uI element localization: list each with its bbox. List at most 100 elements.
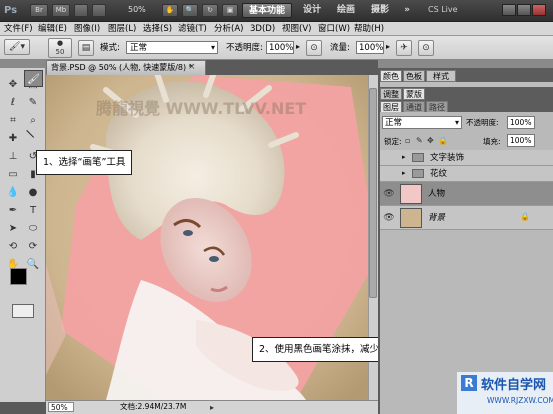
lock-all-icon[interactable]: 🔒 xyxy=(438,136,448,145)
rotate-view-icon[interactable]: ↻ xyxy=(202,4,218,17)
layer-opacity-value: 100% xyxy=(510,118,532,127)
move-tool-icon[interactable]: ✥ xyxy=(4,76,22,93)
folder-icon xyxy=(412,169,424,178)
zoom-icon[interactable]: 🔍 xyxy=(182,4,198,17)
zoom-level-dropdown[interactable]: 50% xyxy=(128,5,146,14)
expand-arrow-icon[interactable]: ▸ xyxy=(402,169,406,177)
crop-tool-icon[interactable]: ⌗ xyxy=(4,112,22,129)
layer-blend-mode-select[interactable]: 正常 ▾ xyxy=(382,116,462,129)
eye-icon[interactable]: 👁 xyxy=(383,188,395,200)
tab-styles[interactable]: 样式 xyxy=(426,70,456,82)
pen-tool-icon[interactable]: ✒ xyxy=(4,202,22,219)
layer-name: 人物 xyxy=(428,189,446,199)
layer-row-pattern[interactable]: ▸ 花纹 xyxy=(380,166,553,182)
screen-mode-icon[interactable]: ▣ xyxy=(222,4,238,17)
document-tab[interactable]: 背景.PSD @ 50% (人物, 快速蒙版/8) * xyxy=(46,60,206,75)
opacity-slider-icon[interactable]: ▸ xyxy=(296,42,300,51)
blend-mode-select[interactable]: 正常 ▾ xyxy=(126,41,218,54)
menu-view[interactable]: 视图(V) xyxy=(282,23,311,35)
toolbox-header[interactable] xyxy=(0,60,46,68)
tab-color[interactable]: 颜色 xyxy=(380,70,402,82)
menu-help[interactable]: 帮助(H) xyxy=(354,23,384,35)
flow-input[interactable]: 100% xyxy=(356,41,384,54)
airbrush-icon[interactable]: ✈ xyxy=(396,40,412,56)
brush-preset-picker[interactable]: ● 50 xyxy=(48,38,72,58)
layer-row-person[interactable]: 👁 人物 xyxy=(380,182,553,206)
close-document-icon[interactable]: × xyxy=(188,62,198,72)
foreground-color-swatch[interactable] xyxy=(10,268,27,285)
shape-tool-icon[interactable]: ⬭ xyxy=(24,220,42,237)
color-panel-collapsed xyxy=(380,82,553,87)
status-zoom-input[interactable]: 50% xyxy=(48,402,74,412)
pressure-opacity-icon[interactable]: ⊙ xyxy=(306,40,322,56)
menu-select[interactable]: 选择(S) xyxy=(143,23,172,35)
eyedropper-tool-icon[interactable]: ⌕ xyxy=(24,112,42,129)
site-watermark: R 软件自学网 WWW.RJZXW.COM xyxy=(457,372,553,414)
cs-live-button[interactable]: CS Live xyxy=(428,5,458,14)
tab-adjustments[interactable]: 调整 xyxy=(380,88,402,100)
mini-bridge-button[interactable]: Mb xyxy=(52,4,70,17)
menu-layer[interactable]: 图层(L) xyxy=(108,23,136,35)
eye-icon[interactable]: 👁 xyxy=(383,212,395,224)
more-workspaces-icon[interactable]: » xyxy=(398,3,416,18)
layer-opacity-input[interactable]: 100% xyxy=(507,116,535,129)
workspace-painting[interactable]: 绘画 xyxy=(330,3,362,18)
menu-filter[interactable]: 滤镜(T) xyxy=(178,23,207,35)
eraser-tool-icon[interactable]: ▭ xyxy=(4,166,22,183)
tab-swatches[interactable]: 色板 xyxy=(403,70,425,82)
layer-row-text-decoration[interactable]: ▸ 文字装饰 xyxy=(380,150,553,166)
3d-orbit-tool-icon[interactable]: ⟳ xyxy=(24,238,42,255)
path-selection-tool-icon[interactable]: ➤ xyxy=(4,220,22,237)
menu-analysis[interactable]: 分析(A) xyxy=(214,23,243,35)
hand-icon[interactable]: ✋ xyxy=(162,4,178,17)
lock-icon: 🔒 xyxy=(520,212,530,221)
brush-tool-icon[interactable]: 🖌 xyxy=(24,70,43,87)
tab-masks[interactable]: 蒙版 xyxy=(403,88,425,100)
menu-window[interactable]: 窗口(W) xyxy=(318,23,350,35)
fill-value: 100% xyxy=(510,136,532,145)
type-tool-icon[interactable]: T xyxy=(24,202,42,219)
bridge-button[interactable]: Br xyxy=(30,4,48,17)
visibility-toggle[interactable] xyxy=(383,152,395,164)
minimize-button[interactable] xyxy=(502,4,516,16)
tool-preset-picker[interactable]: 🖌▾ xyxy=(4,39,30,55)
scrollbar-thumb[interactable] xyxy=(369,88,377,298)
status-menu-arrow-icon[interactable]: ▸ xyxy=(210,403,214,412)
menu-file[interactable]: 文件(F) xyxy=(4,23,33,35)
lasso-tool-icon[interactable]: ℓ xyxy=(4,94,22,111)
flow-slider-icon[interactable]: ▸ xyxy=(386,42,390,51)
lock-transparent-icon[interactable]: ▫ xyxy=(405,136,410,145)
maximize-button[interactable] xyxy=(517,4,531,16)
pressure-size-icon[interactable]: ⊙ xyxy=(418,40,434,56)
workspace-photography[interactable]: 摄影 xyxy=(364,3,396,18)
menu-image[interactable]: 图像(I) xyxy=(74,23,100,35)
quick-selection-tool-icon[interactable]: ✎ xyxy=(24,94,42,111)
workspace-design[interactable]: 设计 xyxy=(296,3,328,18)
blur-tool-icon[interactable]: 💧 xyxy=(4,184,22,201)
folder-icon xyxy=(412,153,424,162)
dodge-tool-icon[interactable]: ● xyxy=(24,184,42,201)
workspace-essentials[interactable]: 基本功能 xyxy=(242,3,292,18)
3d-rotate-tool-icon[interactable]: ⟲ xyxy=(4,238,22,255)
opacity-input[interactable]: 100% xyxy=(266,41,294,54)
arrange-documents-button[interactable] xyxy=(92,4,106,17)
quick-mask-button[interactable] xyxy=(12,304,34,318)
panel-dock-header[interactable] xyxy=(378,60,553,68)
fill-input[interactable]: 100% xyxy=(507,134,535,147)
lock-position-icon[interactable]: ✥ xyxy=(427,136,434,145)
layer-name: 文字装饰 xyxy=(430,153,465,163)
menu-edit[interactable]: 编辑(E) xyxy=(38,23,67,35)
visibility-toggle[interactable] xyxy=(383,168,395,180)
clone-stamp-tool-icon[interactable]: ⊥ xyxy=(4,148,22,165)
brush-panel-toggle-icon[interactable]: ▤ xyxy=(78,40,94,56)
layer-opacity-label: 不透明度: xyxy=(466,118,499,127)
healing-brush-tool-icon[interactable]: ✚ xyxy=(4,130,22,147)
expand-arrow-icon[interactable]: ▸ xyxy=(402,153,406,161)
lock-image-icon[interactable]: ✎ xyxy=(416,136,423,145)
view-extras-button[interactable] xyxy=(74,4,88,17)
layer-row-background[interactable]: 👁 背景 🔒 xyxy=(380,206,553,230)
brush-dot-icon: ● xyxy=(56,39,64,47)
mode-label: 模式: xyxy=(100,43,120,53)
close-window-button[interactable] xyxy=(532,4,546,16)
menu-3d[interactable]: 3D(D) xyxy=(250,23,275,35)
